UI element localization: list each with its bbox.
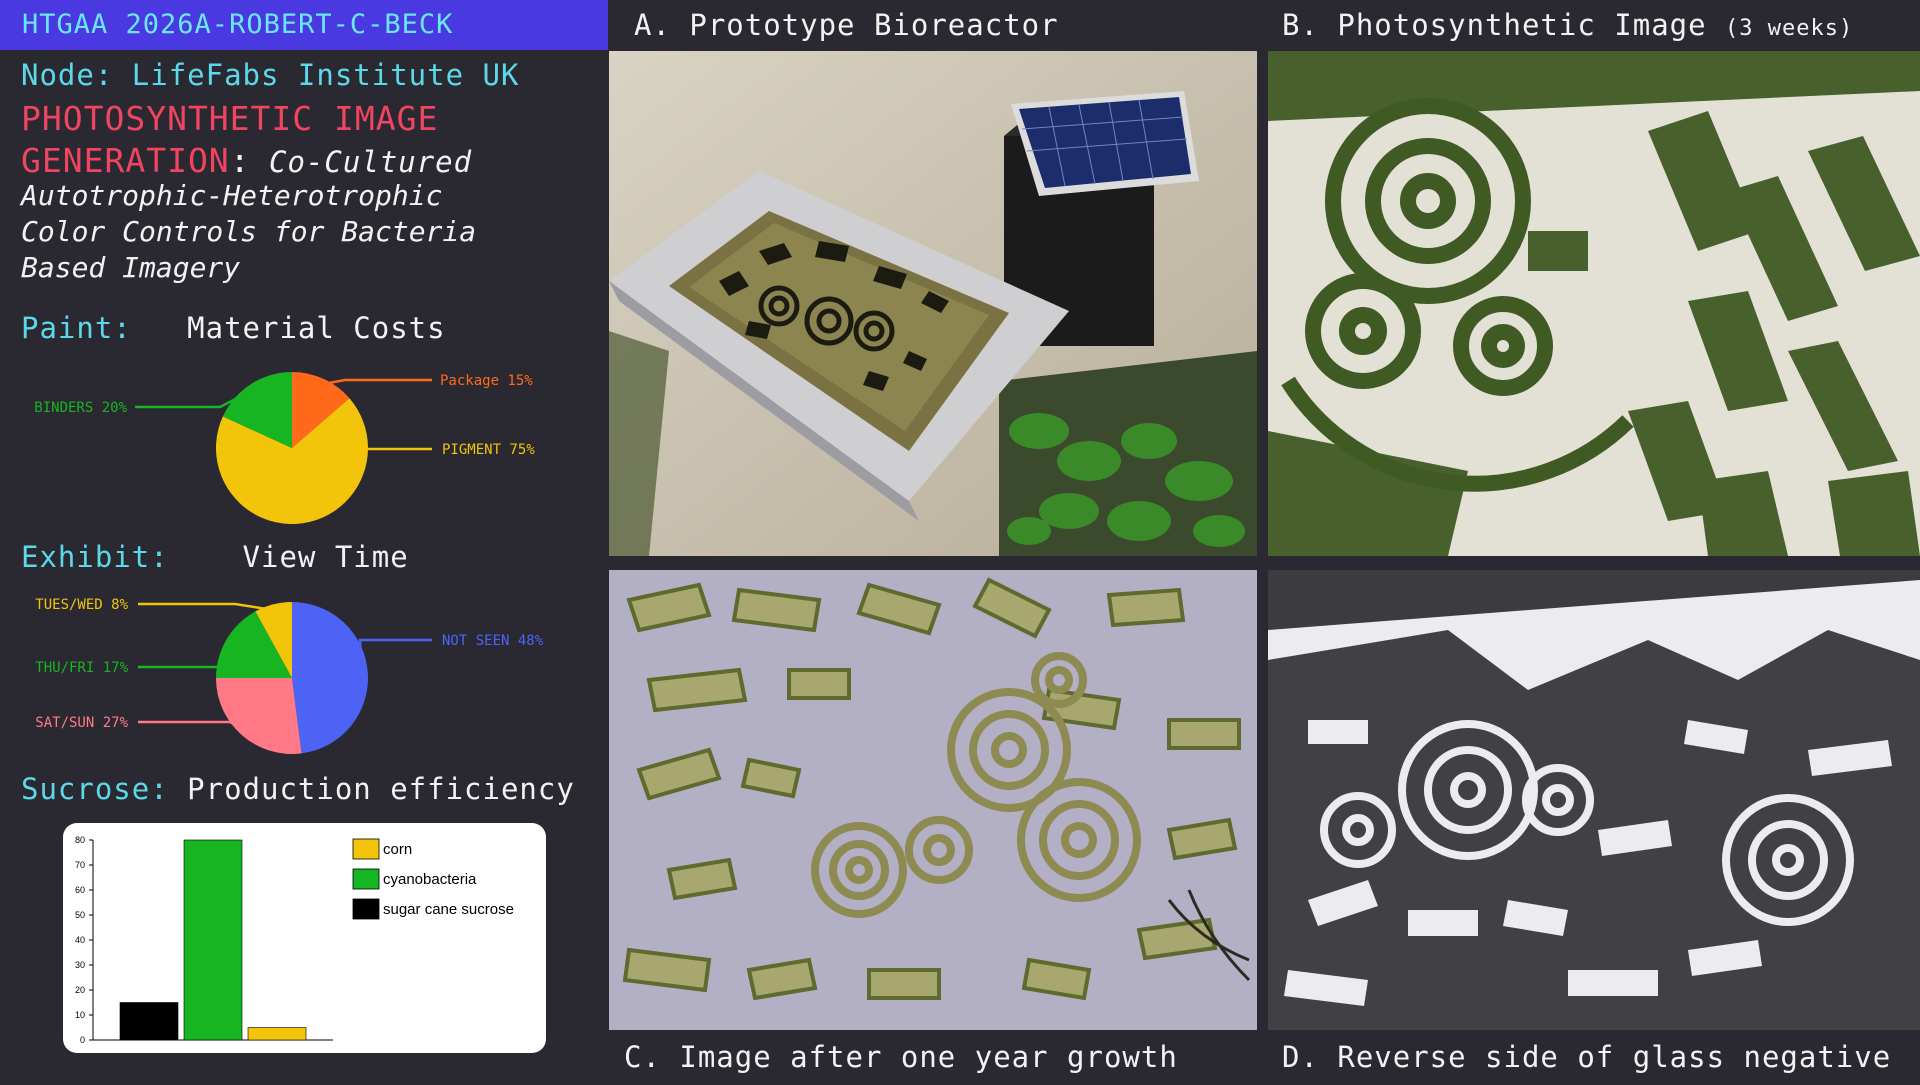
pie-label: Package 15%: [440, 373, 533, 389]
info-sidebar: HTGAA 2026A-ROBERT-C-BECK Node: LifeFabs…: [0, 0, 608, 1085]
view-time-pie: NOT SEEN 48% SAT/SUN 27% THU/FRI 17% TUES/W…: [35, 597, 544, 754]
panel-c-caption: C. Image after one year growth: [624, 1040, 1178, 1074]
glass-negative-illustration: [1268, 570, 1920, 1030]
bar: [247, 1027, 307, 1041]
project-subtitle-start: Co-Cultured: [250, 145, 473, 179]
legend-swatch: [352, 868, 380, 890]
bioreactor-photo: [609, 51, 1257, 556]
y-tick-label: 50: [75, 910, 85, 920]
y-tick-label: 0: [80, 1035, 85, 1045]
bioreactor-illustration: [609, 51, 1257, 556]
y-tick-label: 70: [75, 860, 85, 870]
pie-leader-line: [320, 378, 432, 386]
panel-b-title: B. Photosynthetic Image: [1282, 8, 1707, 42]
growth-illustration: [609, 570, 1257, 1030]
pie-label: THU/FRI 17%: [35, 660, 128, 676]
pie-label: NOT SEEN 48%: [442, 633, 544, 649]
paint-heading: Paint: Material Costs: [21, 311, 446, 345]
legend-swatch: [352, 838, 380, 860]
paint-label: Paint:: [21, 311, 132, 345]
legend-label: cyanobacteria: [383, 871, 477, 888]
node-line: Node: LifeFabs Institute UK: [21, 58, 519, 92]
sucrose-heading: Sucrose: Production efficiency: [21, 772, 575, 806]
y-tick-label: 20: [75, 985, 85, 995]
bar: [119, 1002, 179, 1041]
y-tick-label: 40: [75, 935, 85, 945]
panel-a-caption: A. Prototype Bioreactor: [634, 8, 1059, 42]
exhibit-title: View Time: [242, 540, 409, 574]
project-subtitle-line: Autotrophic-Heterotrophic: [21, 179, 443, 212]
project-title-line1: PHOTOSYNTHETIC IMAGE: [21, 99, 439, 138]
pie-label: SAT/SUN 27%: [35, 715, 128, 731]
sucrose-chart-card: 0 10 20 30 40 50 60 70 80 corn cyanobacteria sugar …: [63, 823, 546, 1053]
sucrose-label: Sucrose:: [21, 772, 169, 806]
legend-label: sugar cane sucrose: [383, 901, 514, 918]
exhibit-label: Exhibit:: [21, 540, 169, 574]
project-subtitle-line: Color Controls for Bacteria: [21, 215, 477, 248]
pie-label: BINDERS 20%: [34, 400, 127, 416]
bar: [183, 839, 243, 1041]
exhibit-heading: Exhibit: View Time: [21, 540, 409, 574]
node-value: LifeFabs Institute UK: [131, 58, 520, 92]
y-tick-label: 30: [75, 960, 85, 970]
panel-d-caption: D. Reverse side of glass negative: [1282, 1040, 1892, 1074]
photosynthetic-illustration: [1268, 51, 1920, 556]
y-tick-label: 10: [75, 1010, 85, 1020]
panel-b-caption: B. Photosynthetic Image (3 weeks): [1282, 8, 1853, 42]
project-subtitle-line: Based Imagery: [21, 251, 241, 284]
panel-b-note: (3 weeks): [1725, 16, 1854, 41]
pie-leader-line: [138, 720, 247, 732]
pie-label: PIGMENT 75%: [442, 442, 535, 458]
pie-leader-line: [358, 638, 432, 674]
y-tick-label: 60: [75, 885, 85, 895]
photosynthetic-image-photo: [1268, 51, 1920, 556]
pie-leader-line: [138, 602, 275, 612]
project-subtitle: Autotrophic-Heterotrophic Color Controls…: [21, 178, 601, 286]
paint-title: Material Costs: [187, 311, 446, 345]
material-costs-pie: Package 15% PIGMENT 75% BINDERS 20%: [34, 372, 535, 524]
sucrose-bar-chart: 0 10 20 30 40 50 60 70 80 corn cyanobacteria sugar …: [75, 835, 514, 1045]
pie-slice: [292, 602, 368, 754]
project-title: PHOTOSYNTHETIC IMAGE GENERATION: Co-Cult…: [21, 98, 601, 183]
pie-label: TUES/WED 8%: [35, 597, 128, 613]
header-title: HTGAA 2026A-ROBERT-C-BECK: [0, 0, 608, 50]
glass-negative-photo: [1268, 570, 1920, 1030]
legend-label: corn: [383, 841, 412, 858]
sucrose-title: Production efficiency: [187, 772, 575, 806]
pie-slice: [216, 678, 302, 754]
project-title-line2: GENERATION: [21, 141, 230, 180]
node-label: Node:: [21, 58, 114, 92]
y-tick-label: 80: [75, 835, 85, 845]
project-title-colon: :: [229, 141, 251, 180]
one-year-growth-photo: [609, 570, 1257, 1030]
legend-swatch: [352, 898, 380, 920]
